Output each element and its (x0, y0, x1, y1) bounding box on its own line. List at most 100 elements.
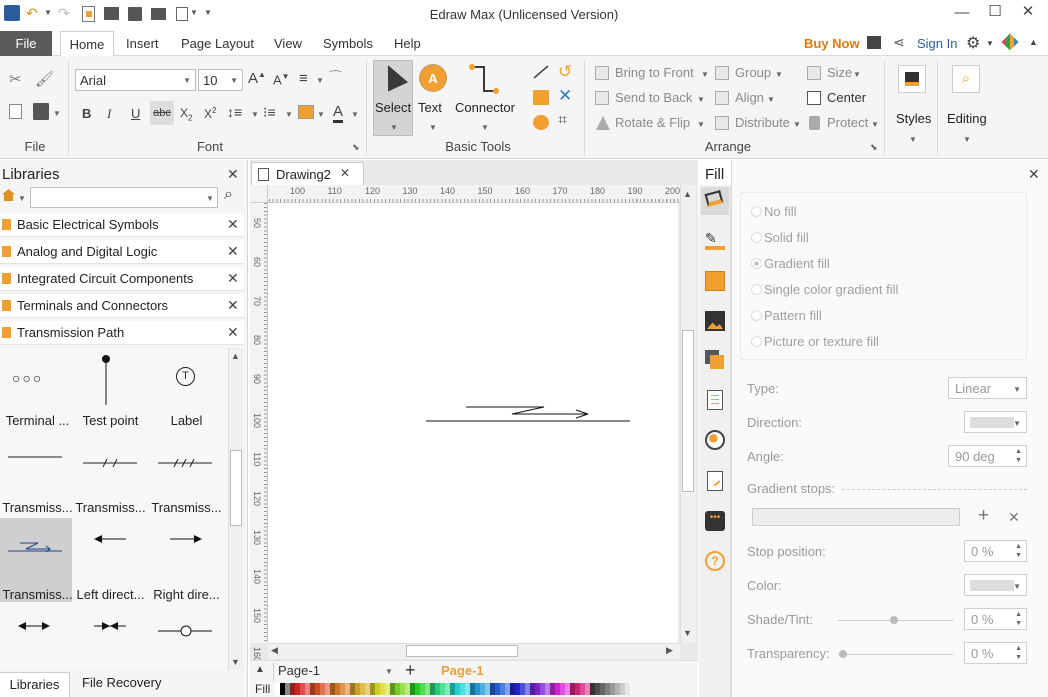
transparency-slider[interactable] (838, 654, 953, 655)
transmission-line-icon[interactable] (6, 452, 64, 462)
radio-single-color-gradient[interactable] (751, 284, 762, 295)
option-no-fill[interactable]: No fill (764, 204, 797, 219)
file-menu[interactable]: File (0, 31, 52, 56)
radio-solid-fill[interactable] (751, 232, 762, 243)
styles-dropdown-icon[interactable]: ▼ (909, 135, 917, 144)
gradient-stops-bar[interactable] (752, 508, 960, 526)
page-tab-active[interactable]: Page-1 (441, 663, 484, 678)
radio-picture-fill[interactable] (751, 336, 762, 347)
ribbon-collapse-icon[interactable]: ▲ (1029, 37, 1038, 47)
page-properties-icon[interactable] (707, 390, 723, 410)
text-align-dropdown-icon[interactable]: ▼ (316, 76, 324, 85)
copy-icon[interactable] (9, 104, 22, 119)
spinner-icon[interactable]: ▲ ▼ (1015, 447, 1022, 465)
editing-dropdown-icon[interactable]: ▼ (963, 135, 971, 144)
option-single-color-gradient[interactable]: Single color gradient fill (764, 282, 898, 297)
text-curve-icon[interactable]: ⁀ (330, 70, 341, 87)
tab-view[interactable]: View (270, 31, 306, 56)
line-spacing-dropdown-icon[interactable]: ▼ (251, 110, 259, 119)
cut-icon[interactable]: ✂ (9, 70, 22, 88)
double-arrow-icon[interactable] (16, 620, 52, 632)
bullets-dropdown-icon[interactable]: ▼ (285, 110, 293, 119)
radio-pattern-fill[interactable] (751, 310, 762, 321)
text-tool-dropdown-icon[interactable]: ▼ (429, 123, 437, 132)
bring-to-front-button[interactable]: Bring to Front (615, 65, 694, 80)
help-icon[interactable]: ? (705, 551, 725, 571)
buy-now-link[interactable]: Buy Now (800, 31, 864, 56)
layers-icon[interactable] (705, 350, 725, 370)
close-icon[interactable]: ✕ (227, 324, 239, 341)
close-icon[interactable]: ✕ (227, 297, 239, 314)
library-item[interactable]: Transmission Path ✕ (0, 321, 244, 345)
transmission-line-icon[interactable] (156, 457, 214, 469)
line-spacing-icon[interactable]: ↕≡ (227, 104, 242, 120)
add-stop-icon[interactable]: + (978, 506, 989, 526)
editing-search-icon[interactable]: ⌕ (952, 65, 980, 93)
tab-help[interactable]: Help (390, 31, 425, 56)
text-tool-icon[interactable]: A (419, 64, 447, 92)
option-picture-fill[interactable]: Picture or texture fill (764, 334, 879, 349)
spinner-icon[interactable]: ▲ ▼ (1015, 610, 1022, 628)
fill-panel-close-icon[interactable]: ✕ (1028, 166, 1040, 183)
transmission-line-icon[interactable] (81, 457, 139, 469)
connector-label[interactable]: Connector (455, 100, 515, 115)
send-to-back-button[interactable]: Send to Back (615, 90, 692, 105)
libraries-close-icon[interactable]: ✕ (227, 166, 239, 183)
shade-tint-spinner[interactable]: 0 % ▲ ▼ (964, 608, 1027, 630)
group-button[interactable]: Group (735, 65, 771, 80)
font-dialog-launcher-icon[interactable]: ⬊ (352, 142, 360, 153)
transparency-slider-handle[interactable] (839, 650, 847, 658)
select-dropdown-icon[interactable]: ▼ (390, 123, 398, 132)
rotate-flip-button[interactable]: Rotate & Flip (615, 115, 690, 130)
tab-libraries[interactable]: Libraries (0, 672, 70, 697)
bullets-icon[interactable]: ⁝≡ (263, 104, 276, 121)
radio-gradient-fill[interactable] (751, 258, 762, 269)
scroll-right-icon[interactable]: ▶ (666, 645, 673, 656)
canvas-vscroll-thumb[interactable] (682, 330, 694, 492)
font-size-select[interactable]: 10 ▼ (198, 69, 243, 91)
globe-icon[interactable] (705, 430, 725, 450)
align-button[interactable]: Align (735, 90, 764, 105)
library-item[interactable]: Terminals and Connectors ✕ (0, 294, 244, 318)
decrease-font-icon[interactable]: A▼ (273, 72, 290, 87)
shade-tint-slider-handle[interactable] (890, 616, 898, 624)
font-family-select[interactable]: Arial ▼ (75, 69, 196, 91)
crop-tool-icon[interactable]: ⌗ (558, 112, 567, 130)
cross-tool-icon[interactable]: ✕ (558, 86, 572, 106)
add-page-icon[interactable]: + (405, 661, 416, 679)
increase-font-icon[interactable]: A▲ (248, 70, 266, 87)
angle-spinner[interactable]: 90 deg ▲ ▼ (948, 445, 1027, 467)
option-pattern-fill[interactable]: Pattern fill (764, 308, 822, 323)
label-shape-icon[interactable]: T (176, 367, 195, 386)
buy-icon[interactable] (867, 36, 881, 49)
arc-tool-icon[interactable]: ↺ (558, 62, 572, 82)
spinner-icon[interactable]: ▲ ▼ (1015, 644, 1022, 662)
subscript-icon[interactable]: X2 (180, 106, 192, 122)
transparency-spinner[interactable]: 0 % ▲ ▼ (964, 642, 1027, 664)
left-arrow-icon[interactable] (92, 533, 128, 545)
scroll-up-icon[interactable]: ▲ (683, 189, 692, 199)
option-gradient-fill[interactable]: Gradient fill (764, 256, 830, 271)
arrange-dialog-launcher-icon[interactable]: ⬊ (870, 142, 878, 153)
option-solid-fill[interactable]: Solid fill (764, 230, 809, 245)
stop-position-spinner[interactable]: 0 % ▲ ▼ (964, 540, 1027, 562)
close-tab-icon[interactable]: ✕ (340, 166, 350, 180)
direction-select[interactable]: ▼ (964, 411, 1027, 433)
type-select[interactable]: Linear ▼ (948, 377, 1027, 399)
text-align-icon[interactable]: ≡ (299, 70, 308, 87)
settings-dropdown-icon[interactable]: ▼ (986, 39, 994, 48)
paste-dropdown-icon[interactable]: ▼ (53, 109, 61, 118)
right-arrow-icon[interactable] (168, 533, 204, 545)
search-icon[interactable]: ⌕ (224, 186, 233, 204)
scroll-left-icon[interactable]: ◀ (271, 645, 278, 656)
underline-icon[interactable]: U (131, 106, 140, 121)
settings-icon[interactable]: ⚙ (966, 33, 980, 53)
size-button[interactable]: Size (827, 65, 852, 80)
note-icon[interactable] (707, 471, 723, 491)
tab-insert[interactable]: Insert (122, 31, 163, 56)
line-with-circle-icon[interactable] (156, 624, 214, 638)
styles-icon[interactable] (898, 65, 926, 93)
line-tool-icon[interactable] (532, 64, 550, 80)
color-select[interactable]: ▼ (964, 574, 1027, 596)
scroll-up-icon[interactable]: ▲ (231, 351, 240, 361)
